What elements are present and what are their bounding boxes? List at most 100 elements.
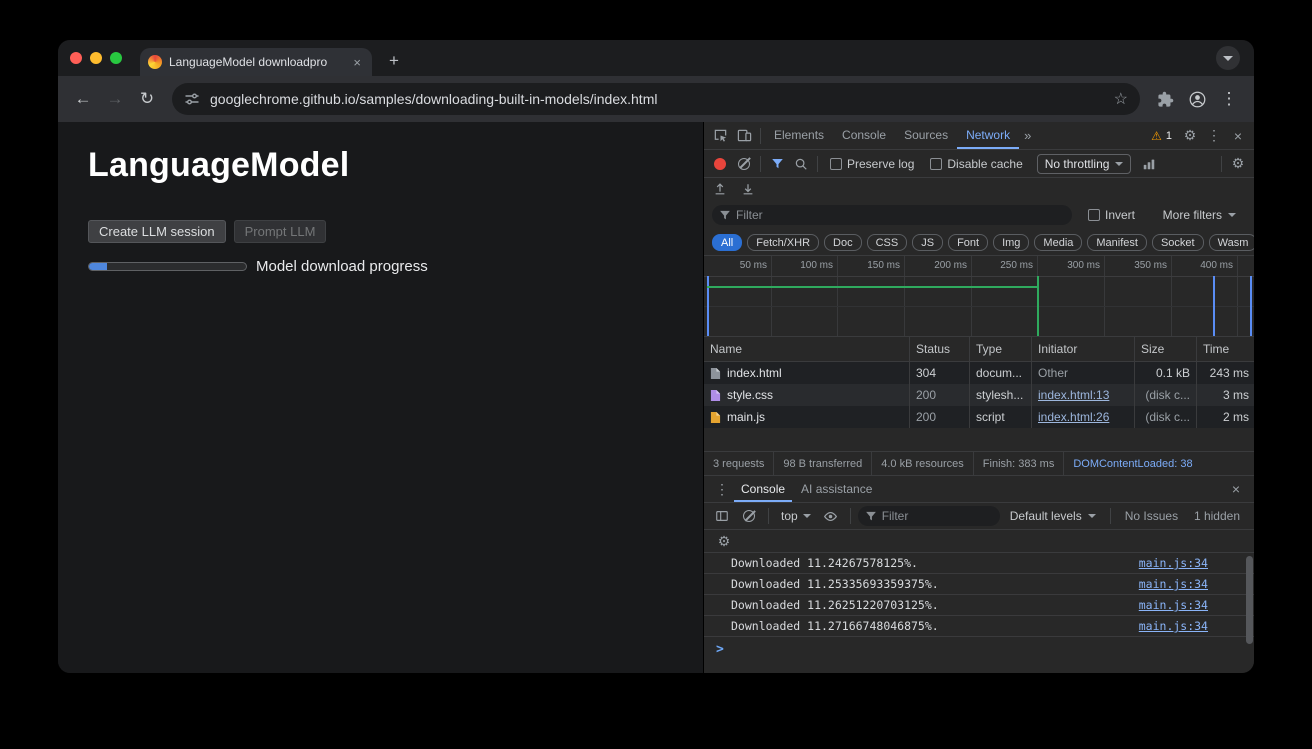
clear-console-icon[interactable] bbox=[737, 505, 761, 527]
request-name[interactable]: main.js bbox=[704, 406, 909, 428]
network-filter-input-box[interactable] bbox=[712, 205, 1072, 225]
console-prompt[interactable]: > bbox=[704, 637, 1254, 673]
javascript-context-select[interactable]: top bbox=[776, 509, 816, 523]
chevron-down-icon bbox=[803, 514, 811, 518]
message-source-link[interactable]: main.js:34 bbox=[1139, 577, 1208, 591]
column-header-name[interactable]: Name bbox=[704, 337, 909, 361]
back-button[interactable]: ← bbox=[68, 84, 98, 114]
message-source-link[interactable]: main.js:34 bbox=[1139, 619, 1208, 633]
tab-sources[interactable]: Sources bbox=[895, 122, 957, 149]
type-pill-wasm[interactable]: Wasm bbox=[1209, 234, 1254, 251]
drawer-close-icon[interactable]: × bbox=[1224, 478, 1248, 500]
tab-console[interactable]: Console bbox=[833, 122, 895, 149]
browser-tab[interactable]: LanguageModel downloadpro × bbox=[140, 48, 372, 76]
profile-icon[interactable] bbox=[1182, 84, 1212, 114]
column-header-initiator[interactable]: Initiator bbox=[1031, 337, 1134, 361]
record-network-log-button[interactable] bbox=[708, 153, 732, 175]
network-overview-timeline[interactable]: 50 ms 100 ms 150 ms 200 ms 250 ms 300 ms… bbox=[704, 256, 1254, 337]
request-initiator[interactable]: index.html:13 bbox=[1031, 384, 1134, 406]
type-pill-all[interactable]: All bbox=[712, 234, 742, 251]
network-settings-icon[interactable]: ⚙ bbox=[1226, 153, 1250, 175]
disable-cache-checkbox[interactable] bbox=[930, 158, 942, 170]
search-icon[interactable] bbox=[789, 153, 813, 175]
import-har-icon[interactable] bbox=[708, 178, 732, 200]
console-filter-input[interactable] bbox=[882, 509, 992, 523]
console-filter-input-box[interactable] bbox=[858, 506, 1000, 526]
browser-menu-button[interactable]: ⋮ bbox=[1214, 84, 1244, 114]
tab-title: LanguageModel downloadpro bbox=[169, 55, 333, 69]
column-header-type[interactable]: Type bbox=[969, 337, 1031, 361]
time-tick: 300 ms bbox=[1046, 256, 1100, 276]
create-live-expression-icon[interactable] bbox=[819, 505, 843, 527]
invert-checkbox[interactable] bbox=[1088, 209, 1100, 221]
request-name[interactable]: style.css bbox=[704, 384, 909, 406]
create-llm-session-button[interactable]: Create LLM session bbox=[88, 220, 226, 243]
request-initiator[interactable]: index.html:26 bbox=[1031, 406, 1134, 428]
reload-button[interactable]: ↻ bbox=[132, 84, 162, 114]
address-bar[interactable]: googlechrome.github.io/samples/downloadi… bbox=[172, 83, 1140, 115]
traffic-light-close[interactable] bbox=[70, 52, 82, 64]
issues-status[interactable]: No Issues bbox=[1118, 509, 1185, 523]
hidden-messages-count[interactable]: 1 hidden bbox=[1194, 509, 1240, 523]
type-pill-img[interactable]: Img bbox=[993, 234, 1029, 251]
network-filter-input[interactable] bbox=[736, 208, 1064, 222]
type-pill-js[interactable]: JS bbox=[912, 234, 943, 251]
tab-close-icon[interactable]: × bbox=[350, 55, 364, 70]
tab-elements[interactable]: Elements bbox=[765, 122, 833, 149]
column-header-time[interactable]: Time bbox=[1196, 337, 1254, 361]
type-pill-manifest[interactable]: Manifest bbox=[1087, 234, 1147, 251]
tab-search-button[interactable] bbox=[1216, 46, 1240, 70]
bookmark-star-icon[interactable]: ☆ bbox=[1114, 89, 1128, 109]
export-har-icon[interactable] bbox=[736, 178, 760, 200]
type-pill-font[interactable]: Font bbox=[948, 234, 988, 251]
new-tab-button[interactable]: + bbox=[382, 49, 406, 73]
drawer-tab-console[interactable]: Console bbox=[734, 476, 792, 502]
network-conditions-icon[interactable] bbox=[1137, 153, 1161, 175]
clear-network-log-button[interactable] bbox=[732, 153, 756, 175]
filter-toggle-icon[interactable] bbox=[765, 153, 789, 175]
device-toolbar-icon[interactable] bbox=[732, 125, 756, 147]
more-panels-icon[interactable]: » bbox=[1019, 128, 1036, 143]
type-pill-css[interactable]: CSS bbox=[867, 234, 908, 251]
message-source-link[interactable]: main.js:34 bbox=[1139, 598, 1208, 612]
more-filters-dropdown[interactable]: More filters bbox=[1163, 208, 1236, 222]
prompt-llm-button[interactable]: Prompt LLM bbox=[234, 220, 327, 243]
table-row[interactable]: index.html 304 docum... Other 0.1 kB 243… bbox=[704, 362, 1254, 384]
window-controls bbox=[70, 52, 122, 64]
drawer-menu-icon[interactable]: ⋮ bbox=[710, 478, 734, 500]
type-pill-doc[interactable]: Doc bbox=[824, 234, 862, 251]
extensions-icon[interactable] bbox=[1150, 84, 1180, 114]
traffic-light-minimize[interactable] bbox=[90, 52, 102, 64]
document-file-icon bbox=[710, 367, 721, 380]
preserve-log-checkbox[interactable] bbox=[830, 158, 842, 170]
issues-counter[interactable]: ⚠ 1 bbox=[1145, 129, 1178, 143]
console-settings-icon[interactable]: ⚙ bbox=[712, 530, 736, 552]
type-pill-socket[interactable]: Socket bbox=[1152, 234, 1204, 251]
inspect-element-icon[interactable] bbox=[708, 125, 732, 147]
gridline bbox=[1104, 256, 1105, 336]
chevron-down-icon bbox=[1088, 514, 1096, 518]
tab-network[interactable]: Network bbox=[957, 122, 1019, 149]
table-row[interactable]: style.css 200 stylesh... index.html:13 (… bbox=[704, 384, 1254, 406]
type-pill-fetchxhr[interactable]: Fetch/XHR bbox=[747, 234, 819, 251]
devtools-menu-icon[interactable]: ⋮ bbox=[1202, 125, 1226, 147]
scrollbar-thumb[interactable] bbox=[1246, 556, 1253, 644]
traffic-light-zoom[interactable] bbox=[110, 52, 122, 64]
drawer-tab-ai-assistance[interactable]: AI assistance bbox=[792, 482, 881, 496]
message-source-link[interactable]: main.js:34 bbox=[1139, 556, 1208, 570]
devtools-settings-icon[interactable]: ⚙ bbox=[1178, 125, 1202, 147]
request-name[interactable]: index.html bbox=[704, 362, 909, 384]
throttling-select[interactable]: No throttling bbox=[1037, 154, 1132, 174]
table-row[interactable]: main.js 200 script index.html:26 (disk c… bbox=[704, 406, 1254, 428]
log-levels-select[interactable]: Default levels bbox=[1003, 509, 1103, 523]
preserve-log-label: Preserve log bbox=[847, 157, 914, 171]
site-settings-icon[interactable] bbox=[184, 91, 200, 107]
type-pill-media[interactable]: Media bbox=[1034, 234, 1082, 251]
devtools-close-icon[interactable]: × bbox=[1226, 125, 1250, 147]
script-file-icon bbox=[710, 411, 721, 424]
column-header-status[interactable]: Status bbox=[909, 337, 969, 361]
forward-button[interactable]: → bbox=[100, 84, 130, 114]
console-sidebar-icon[interactable] bbox=[710, 505, 734, 527]
column-header-size[interactable]: Size bbox=[1134, 337, 1196, 361]
invert-label: Invert bbox=[1105, 208, 1135, 222]
